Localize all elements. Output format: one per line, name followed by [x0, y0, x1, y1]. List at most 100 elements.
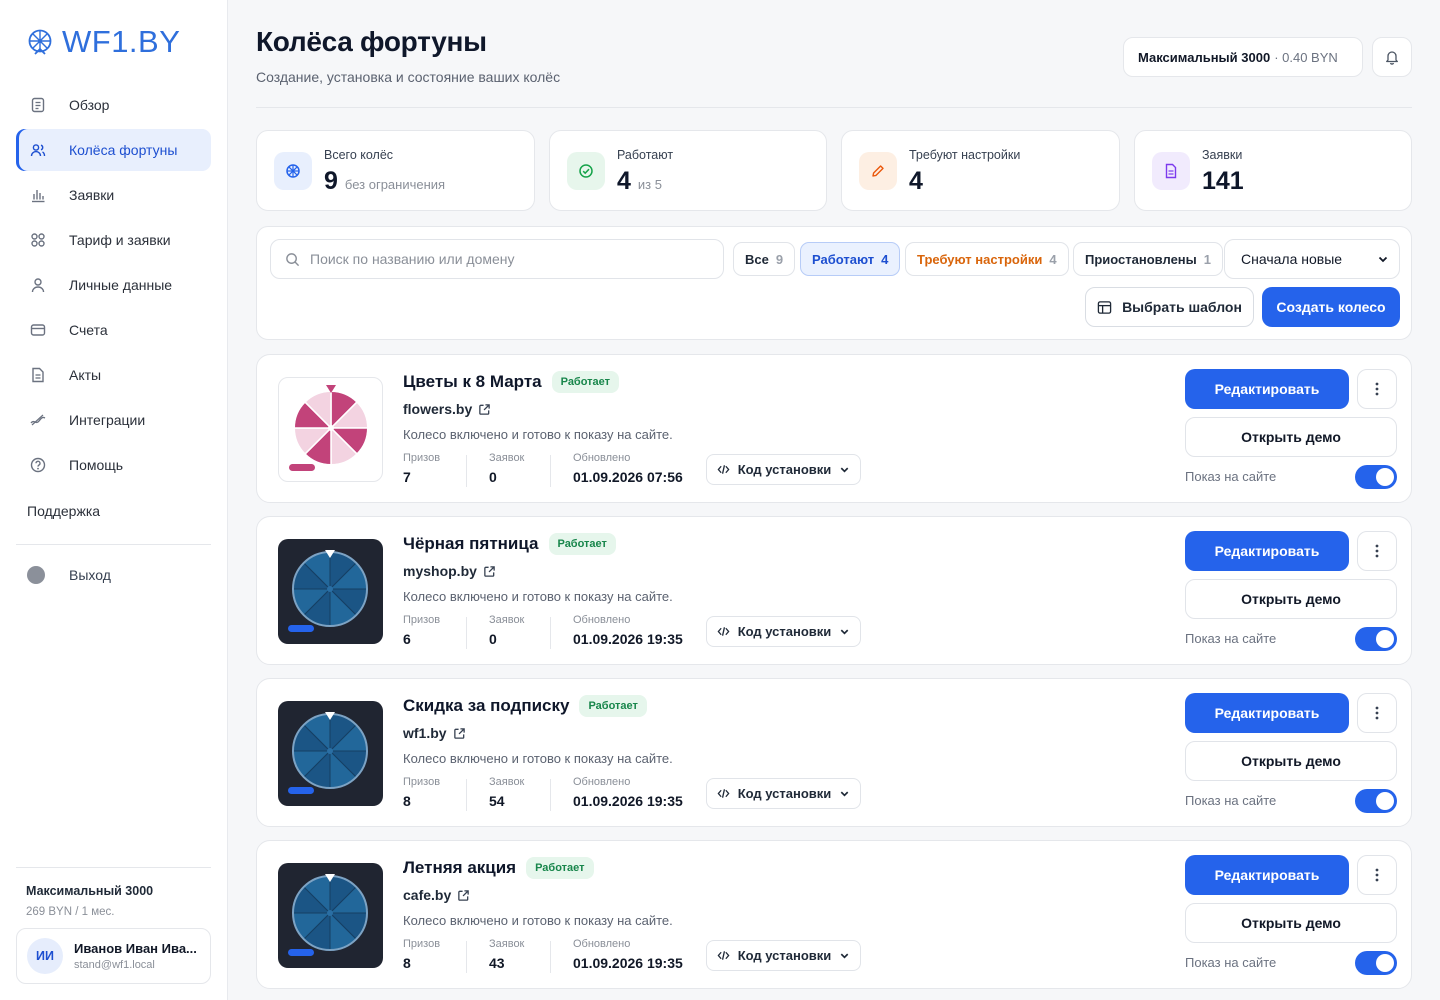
meta-label: Обновлено [573, 452, 631, 464]
code-icon [717, 951, 730, 960]
install-code-button[interactable]: Код установки [706, 454, 861, 485]
external-link-icon [479, 403, 491, 415]
wheel-domain-link[interactable]: cafe.by [403, 887, 470, 903]
show-on-site-label: Показ на сайте [1185, 631, 1277, 646]
stat-value: 141 [1202, 167, 1244, 195]
install-code-label: Код установки [737, 786, 832, 801]
sidebar-item-label: Интеграции [69, 412, 146, 428]
plan-chip[interactable]: Максимальный 3000 · 0.40 BYN [1123, 37, 1363, 77]
meta-label: Заявок [489, 452, 525, 464]
sidebar-item-acts[interactable]: Акты [16, 354, 211, 396]
logout-button[interactable]: Выход [16, 558, 211, 592]
meta-value: 6 [403, 631, 411, 647]
open-demo-button[interactable]: Открыть демо [1185, 417, 1397, 457]
edit-button[interactable]: Редактировать [1185, 531, 1349, 571]
sidebar-item-help[interactable]: Помощь [16, 444, 211, 486]
sidebar-item-personal[interactable]: Личные данные [16, 264, 211, 306]
user-card[interactable]: ИИ Иванов Иван Ива... stand@wf1.local [16, 928, 211, 984]
search-input[interactable] [310, 251, 710, 267]
wheel-domain-link[interactable]: wf1.by [403, 725, 466, 741]
meta-value: 01.09.2026 19:35 [573, 793, 683, 809]
code-icon [717, 789, 730, 798]
more-actions-button[interactable] [1357, 369, 1397, 409]
credit-card-icon [27, 319, 49, 341]
wheel-card: Чёрная пятница Работает myshop.by Колесо… [256, 516, 1412, 665]
edit-button[interactable]: Редактировать [1185, 369, 1349, 409]
edit-button[interactable]: Редактировать [1185, 693, 1349, 733]
more-actions-button[interactable] [1357, 855, 1397, 895]
open-demo-button[interactable]: Открыть демо [1185, 903, 1397, 943]
meta-divider [466, 617, 467, 649]
choose-template-button[interactable]: Выбрать шаблон [1085, 287, 1254, 327]
wheel-card: Скидка за подписку Работает wf1.by Колес… [256, 678, 1412, 827]
more-actions-button[interactable] [1357, 531, 1397, 571]
logo[interactable]: WF1.BY [26, 24, 180, 60]
sidebar-item-integrations[interactable]: Интеграции [16, 399, 211, 441]
sidebar-item-support[interactable]: Поддержка [27, 503, 100, 519]
status-badge: Работает [548, 533, 616, 555]
meta-divider [466, 941, 467, 973]
filter-chip-setup[interactable]: Требуют настройки 4 [905, 242, 1069, 276]
show-on-site-toggle[interactable] [1355, 789, 1397, 813]
check-circle-icon [567, 152, 605, 190]
stat-card-total: Всего колёс 9 без ограничения [256, 130, 535, 211]
install-code-label: Код установки [737, 624, 832, 639]
search-box[interactable] [270, 239, 724, 279]
open-demo-button[interactable]: Открыть демо [1185, 741, 1397, 781]
sort-select[interactable]: Сначала новые [1224, 239, 1400, 279]
sidebar-item-requests[interactable]: Заявки [16, 174, 211, 216]
page-title: Колёса фортуны [256, 26, 487, 57]
stat-label: Работают [617, 148, 674, 162]
sidebar-item-wheels[interactable]: Колёса фортуны [16, 129, 211, 171]
edit-button[interactable]: Редактировать [1185, 855, 1349, 895]
filter-chip-all[interactable]: Все 9 [733, 242, 796, 276]
notifications-button[interactable] [1372, 37, 1412, 77]
open-demo-button[interactable]: Открыть демо [1185, 579, 1397, 619]
sidebar-item-overview[interactable]: Обзор [16, 84, 211, 126]
show-on-site-toggle[interactable] [1355, 627, 1397, 651]
user-icon [27, 274, 49, 296]
meta-value: 01.09.2026 19:35 [573, 631, 683, 647]
sidebar-item-label: Заявки [69, 187, 115, 203]
show-on-site-label: Показ на сайте [1185, 793, 1277, 808]
create-wheel-button[interactable]: Создать колесо [1262, 287, 1400, 327]
meta-updated: Обновлено 01.09.2026 19:35 [573, 938, 683, 971]
more-actions-button[interactable] [1357, 693, 1397, 733]
wheel-title: Цветы к 8 Марта [403, 372, 542, 391]
sidebar-item-label: Колёса фортуны [69, 142, 178, 158]
wheel-domain-link[interactable]: flowers.by [403, 401, 491, 417]
sidebar-item-tariff[interactable]: Тариф и заявки [16, 219, 211, 261]
sidebar-nav: Обзор Колёса фортуны Заявки Тариф и заяв… [16, 84, 211, 489]
sort-value: Сначала новые [1241, 251, 1343, 267]
install-code-label: Код установки [737, 948, 832, 963]
sidebar-item-label: Счета [69, 322, 108, 338]
meta-requests: Заявок 54 [489, 776, 524, 809]
stat-label: Требуют настройки [909, 148, 1021, 162]
meta-value: 54 [489, 793, 505, 809]
chevron-down-icon [841, 467, 849, 473]
meta-updated: Обновлено 01.09.2026 19:35 [573, 776, 683, 809]
wheel-domain-link[interactable]: myshop.by [403, 563, 496, 579]
meta-value: 8 [403, 793, 411, 809]
meta-value: 43 [489, 955, 505, 971]
show-on-site-toggle[interactable] [1355, 951, 1397, 975]
install-code-button[interactable]: Код установки [706, 616, 861, 647]
show-on-site-label: Показ на сайте [1185, 955, 1277, 970]
wheel-domain: flowers.by [403, 401, 473, 417]
wheel-card: Летняя акция Работает cafe.by Колесо вкл… [256, 840, 1412, 989]
meta-divider [550, 779, 551, 811]
status-badge: Работает [579, 695, 647, 717]
meta-divider [466, 779, 467, 811]
filter-chip-paused[interactable]: Приостановлены 1 [1073, 242, 1223, 276]
install-code-button[interactable]: Код установки [706, 778, 861, 809]
show-on-site-toggle[interactable] [1355, 465, 1397, 489]
wheel-title: Летняя акция [403, 858, 517, 877]
meta-value: 0 [489, 631, 497, 647]
sidebar-plan-name: Максимальный 3000 [26, 884, 154, 898]
install-code-button[interactable]: Код установки [706, 940, 861, 971]
template-icon [1097, 300, 1112, 314]
filter-chip-working[interactable]: Работают 4 [800, 242, 901, 276]
sidebar-item-invoices[interactable]: Счета [16, 309, 211, 351]
install-code-label: Код установки [737, 462, 832, 477]
sidebar-item-label: Личные данные [69, 277, 173, 293]
